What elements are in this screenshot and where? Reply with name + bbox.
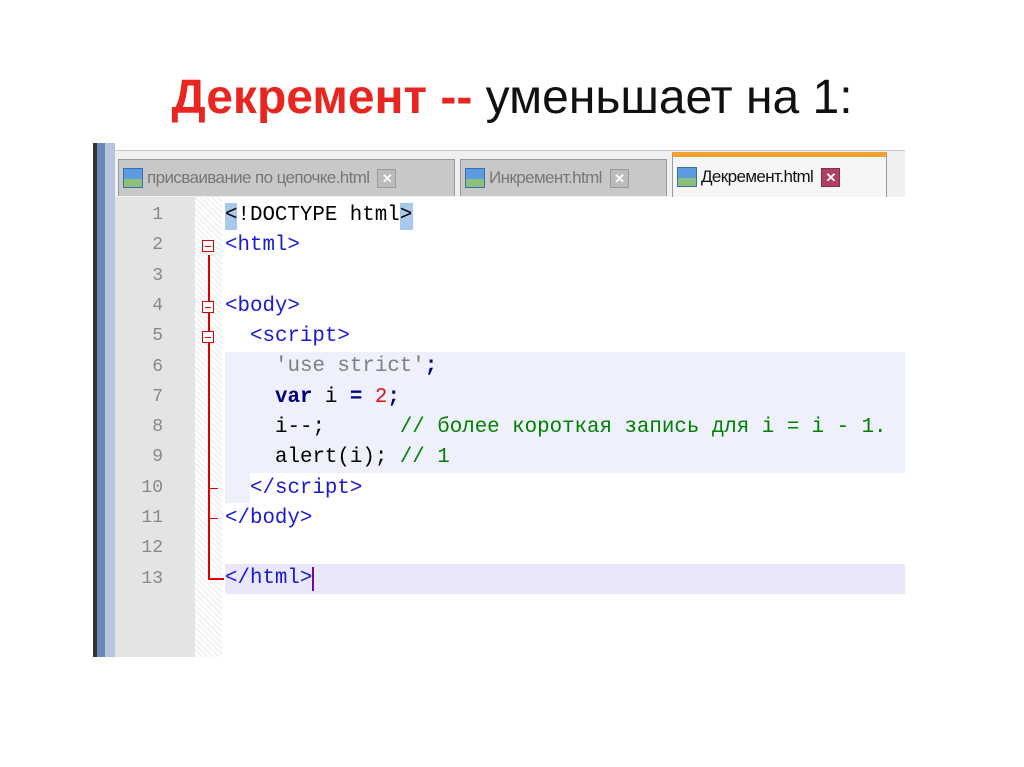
line-number: 4 [152, 295, 163, 316]
close-icon[interactable]: ✕ [609, 168, 629, 188]
code-line-5: <script> [250, 325, 350, 348]
fold-toggle[interactable] [202, 331, 214, 343]
line-number: 7 [152, 386, 163, 407]
code-line-6: 'use strict'; [275, 355, 438, 378]
line-number: 11 [141, 508, 163, 528]
line-number: 12 [141, 538, 163, 559]
fold-tick [210, 488, 218, 489]
fold-toggle[interactable] [202, 301, 214, 313]
fold-line-end [208, 578, 224, 580]
text-cursor [312, 567, 315, 591]
code-line-9: alert(i); // 1 [275, 446, 450, 469]
tab-label: присваивание по цепочке.html [147, 168, 370, 187]
line-number: 10 [141, 477, 163, 498]
save-icon [465, 168, 485, 188]
code-line-10: </script> [250, 477, 363, 500]
code-line-11: </body> [225, 507, 313, 530]
line-number: 8 [152, 417, 163, 438]
line-number: 3 [152, 265, 163, 286]
fold-toggle[interactable] [202, 240, 214, 252]
code-editor[interactable]: 1 2 3 4 5 6 7 8 9 10 11 12 13 <!DOCTYPE html> <html>… [115, 197, 905, 657]
code-line-13: </html> [225, 567, 315, 591]
code-line-7: var i = 2; [275, 386, 400, 409]
title-bold: Декремент -- [171, 71, 473, 124]
close-icon[interactable]: ✕ [377, 168, 397, 188]
close-icon[interactable]: ✕ [821, 167, 841, 187]
title-rest: уменьшает на 1: [472, 71, 853, 124]
tab-chain-assignment[interactable]: присваивание по цепочке.html ✕ [118, 159, 455, 196]
line-number: 1 [152, 205, 163, 225]
fold-tick [210, 518, 218, 519]
tab-label: Декремент.html [701, 167, 814, 186]
code-line-2: <html> [225, 234, 300, 257]
line-number: 2 [152, 235, 163, 256]
line-number: 6 [152, 356, 163, 377]
window-border-blue [97, 143, 105, 657]
line-number: 9 [152, 447, 163, 468]
tab-bar: присваивание по цепочке.html ✕ Инкремент.… [115, 150, 905, 197]
code-line-8: i--; // более короткая запись для i = i … [275, 416, 887, 439]
save-icon [123, 168, 143, 188]
tab-increment[interactable]: Инкремент.html ✕ [460, 159, 667, 196]
code-line-4: <body> [225, 295, 300, 318]
line-number: 5 [152, 326, 163, 347]
code-line-1: <!DOCTYPE html> [225, 204, 413, 227]
tab-label: Инкремент.html [489, 168, 602, 187]
window-border-light [105, 143, 115, 657]
script-block-highlight [225, 473, 250, 503]
save-icon [677, 167, 697, 187]
slide-title: Декремент -- уменьшает на 1: [0, 68, 1024, 128]
line-number: 13 [141, 568, 163, 589]
current-line-highlight [225, 564, 905, 594]
tab-decrement[interactable]: Декремент.html ✕ [672, 152, 887, 197]
